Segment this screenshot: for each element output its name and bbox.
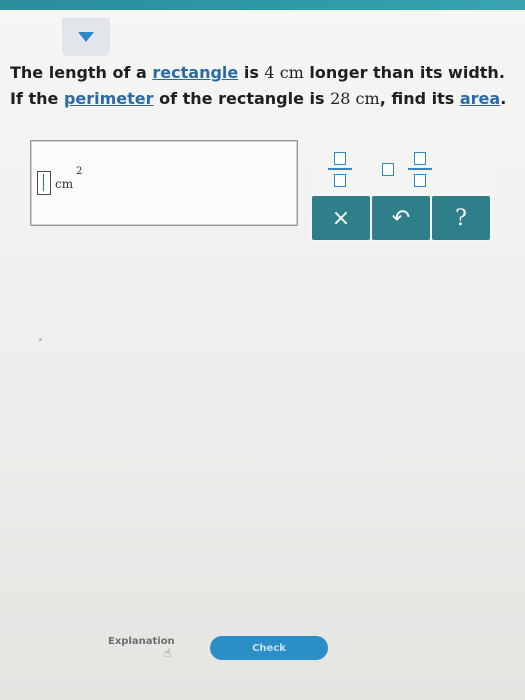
undo-button[interactable]: ↶ — [372, 196, 430, 240]
question-text: The length of a rectangle is 4 cm longer… — [10, 60, 510, 112]
mixed-number-button[interactable] — [380, 146, 438, 194]
help-button[interactable]: ? — [432, 196, 490, 240]
chevron-down-icon — [78, 32, 94, 42]
question-line-1: The length of a rectangle is 4 cm longer… — [10, 63, 505, 82]
unit-label: cm — [55, 177, 74, 191]
rectangle-link[interactable]: rectangle — [152, 63, 238, 82]
perimeter-link[interactable]: perimeter — [64, 89, 154, 108]
math-keypad: × ↶ ? — [308, 140, 494, 244]
area-link[interactable]: area — [460, 89, 500, 108]
fraction-button[interactable] — [320, 146, 360, 194]
math-value: 28 cm — [330, 89, 380, 108]
collapse-toggle-button[interactable] — [62, 18, 110, 56]
answer-input-area[interactable]: cm 2 — [30, 140, 298, 226]
unit-exponent: 2 — [76, 166, 83, 177]
question-line-2: If the perimeter of the rectangle is 28 … — [10, 89, 507, 108]
decorative-dot — [39, 338, 42, 341]
math-value: 4 cm — [264, 63, 304, 82]
undo-icon: ↶ — [391, 205, 411, 231]
hand-pointer-icon: ☝ — [164, 646, 172, 660]
answer-input[interactable] — [37, 171, 51, 195]
clear-button[interactable]: × — [312, 196, 370, 240]
top-bar — [0, 0, 525, 10]
check-button[interactable]: Check — [210, 636, 328, 660]
